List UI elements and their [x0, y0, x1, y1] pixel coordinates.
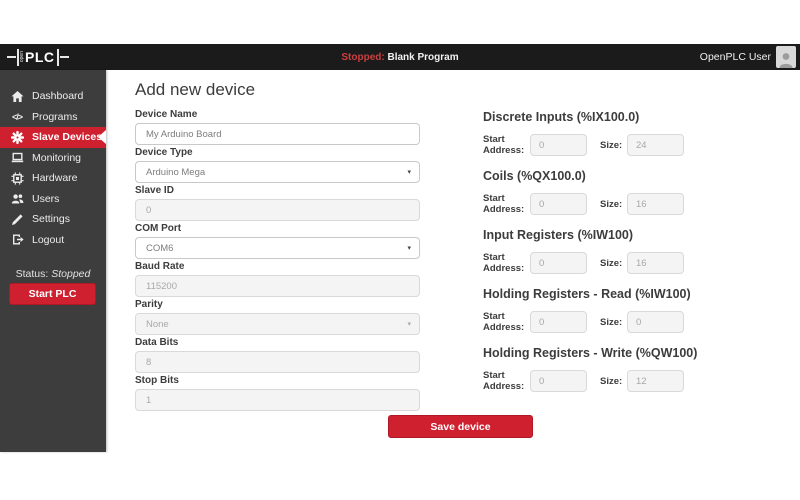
register-section-input-registers: Input Registers (%IW100) Start Address: … [483, 228, 713, 274]
laptop-icon [10, 151, 24, 165]
baud-rate-label: Baud Rate [135, 261, 420, 272]
sidebar-item-monitoring[interactable]: Monitoring [0, 148, 106, 169]
home-icon [10, 89, 24, 103]
plc-status-state: Stopped: [341, 52, 384, 63]
coils-size-input [627, 193, 684, 215]
topbar-user-area: OpenPLC User [700, 44, 796, 70]
pencil-icon [10, 212, 24, 226]
start-address-label: Start Address: [483, 311, 530, 333]
sidebar-item-label: Programs [32, 111, 78, 123]
chevron-down-icon: ▾ [407, 320, 411, 328]
com-port-select[interactable]: COM6 ▾ [135, 237, 420, 259]
chip-icon [10, 171, 24, 185]
status-value: Stopped [51, 268, 90, 280]
users-icon [10, 192, 24, 206]
size-label: Size: [600, 258, 627, 269]
size-label: Size: [600, 140, 627, 151]
start-address-label: Start Address: [483, 193, 530, 215]
logout-icon [10, 233, 24, 247]
device-name-label: Device Name [135, 109, 420, 120]
page-title: Add new device [135, 80, 255, 100]
device-name-input[interactable] [135, 123, 420, 145]
start-plc-button[interactable]: Start PLC [9, 283, 96, 305]
sidebar-item-label: Dashboard [32, 90, 83, 102]
start-address-label: Start Address: [483, 134, 530, 156]
sidebar-item-label: Users [32, 193, 59, 205]
input-registers-start-input [530, 252, 587, 274]
device-form: Device Name Device Type Arduino Mega ▾ S… [135, 109, 420, 413]
com-port-label: COM Port [135, 223, 420, 234]
sidebar-item-settings[interactable]: Settings [0, 209, 106, 230]
register-section-holding-write: Holding Registers - Write (%QW100) Start… [483, 346, 713, 392]
register-section-holding-read: Holding Registers - Read (%IW100) Start … [483, 287, 713, 333]
parity-label: Parity [135, 299, 420, 310]
register-section-coils: Coils (%QX100.0) Start Address: Size: [483, 169, 713, 215]
holding-read-size-input [627, 311, 684, 333]
slave-id-label: Slave ID [135, 185, 420, 196]
sidebar: Dashboard </> Programs [0, 70, 106, 452]
discrete-inputs-size-input [627, 134, 684, 156]
register-section-discrete-inputs: Discrete Inputs (%IX100.0) Start Address… [483, 110, 713, 156]
top-bar: open PLC Stopped: Blank Program OpenPLC … [0, 44, 800, 70]
sidebar-item-label: Monitoring [32, 152, 81, 164]
status-label: Status: [16, 268, 49, 280]
start-address-label: Start Address: [483, 370, 530, 392]
slave-id-input [135, 199, 420, 221]
data-bits-input [135, 351, 420, 373]
openplc-window: open PLC Stopped: Blank Program OpenPLC … [0, 0, 800, 500]
sidebar-item-slave-devices[interactable]: Slave Devices [0, 127, 106, 148]
com-port-value: COM6 [146, 243, 173, 254]
sidebar-item-logout[interactable]: Logout [0, 230, 106, 251]
plc-status-program: Blank Program [387, 52, 458, 63]
user-avatar-icon[interactable] [776, 46, 796, 68]
save-device-button[interactable]: Save device [388, 415, 533, 438]
register-section-title: Holding Registers - Write (%QW100) [483, 346, 713, 360]
asterisk-gear-icon [10, 130, 24, 144]
holding-write-size-input [627, 370, 684, 392]
holding-read-start-input [530, 311, 587, 333]
parity-value: None [146, 319, 169, 330]
username-label: OpenPLC User [700, 51, 771, 63]
sidebar-item-label: Settings [32, 213, 70, 225]
sidebar-menu: Dashboard </> Programs [0, 70, 106, 250]
stop-bits-input [135, 389, 420, 411]
parity-select: None ▾ [135, 313, 420, 335]
sidebar-item-label: Hardware [32, 172, 78, 184]
start-address-label: Start Address: [483, 252, 530, 274]
register-section-title: Discrete Inputs (%IX100.0) [483, 110, 713, 124]
register-section-title: Coils (%QX100.0) [483, 169, 713, 183]
baud-rate-input [135, 275, 420, 297]
device-type-select[interactable]: Arduino Mega ▾ [135, 161, 420, 183]
register-config: Discrete Inputs (%IX100.0) Start Address… [483, 110, 713, 405]
chevron-down-icon: ▾ [407, 244, 411, 252]
size-label: Size: [600, 376, 627, 387]
plc-run-status: Status: Stopped [0, 268, 106, 280]
sidebar-item-label: Logout [32, 234, 64, 246]
discrete-inputs-start-input [530, 134, 587, 156]
holding-write-start-input [530, 370, 587, 392]
sidebar-item-label: Slave Devices [32, 131, 102, 143]
register-section-title: Holding Registers - Read (%IW100) [483, 287, 713, 301]
active-item-arrow [98, 130, 106, 144]
stop-bits-label: Stop Bits [135, 375, 420, 386]
size-label: Size: [600, 317, 627, 328]
sidebar-item-dashboard[interactable]: Dashboard [0, 86, 106, 107]
plc-status-banner: Stopped: Blank Program [0, 52, 800, 63]
device-type-value: Arduino Mega [146, 167, 205, 178]
size-label: Size: [600, 199, 627, 210]
sidebar-item-programs[interactable]: </> Programs [0, 107, 106, 128]
chevron-down-icon: ▾ [407, 168, 411, 176]
register-section-title: Input Registers (%IW100) [483, 228, 713, 242]
sidebar-item-users[interactable]: Users [0, 189, 106, 210]
sidebar-item-hardware[interactable]: Hardware [0, 168, 106, 189]
coils-start-input [530, 193, 587, 215]
code-icon: </> [10, 110, 24, 124]
data-bits-label: Data Bits [135, 337, 420, 348]
input-registers-size-input [627, 252, 684, 274]
device-type-label: Device Type [135, 147, 420, 158]
